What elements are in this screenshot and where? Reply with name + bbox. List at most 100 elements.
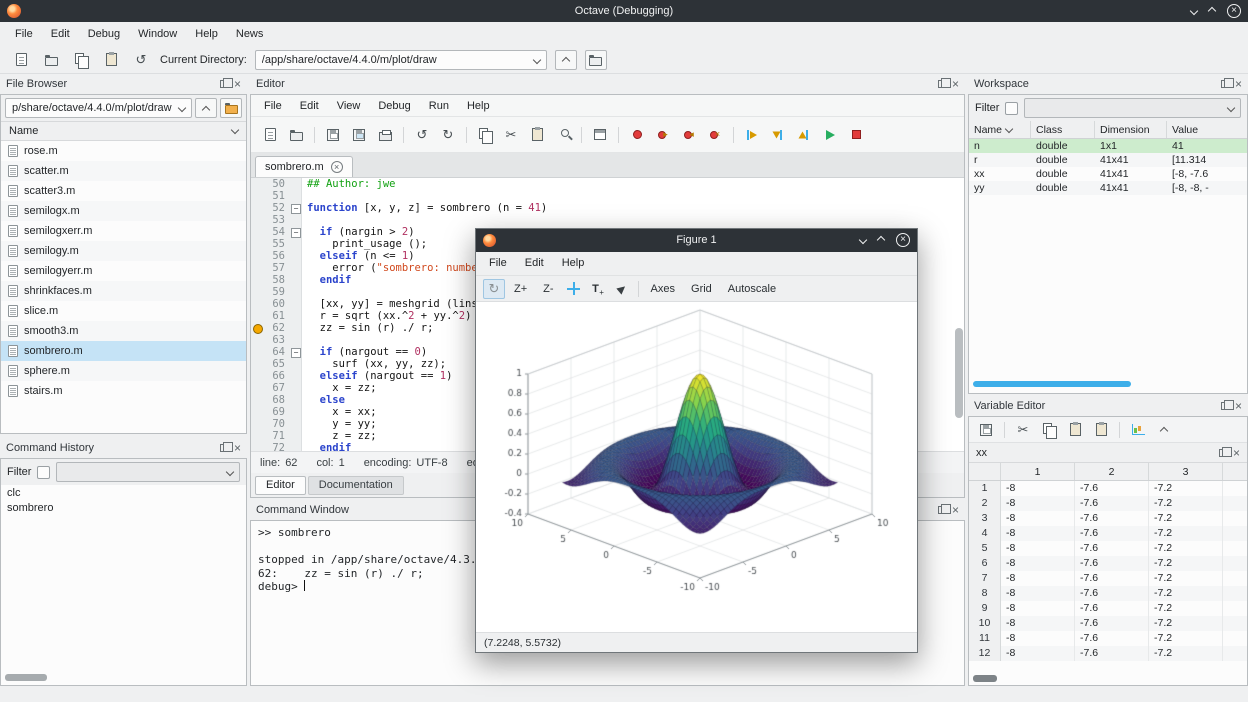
ve-row[interactable]: 4-8-7.6-7.2 — [969, 526, 1247, 541]
file-item[interactable]: semilogy.m — [1, 241, 246, 261]
close-panel-icon[interactable]: × — [1235, 78, 1242, 90]
ve-row[interactable]: 7-8-7.6-7.2 — [969, 571, 1247, 586]
pan-tool-icon[interactable] — [563, 279, 585, 299]
stop-debug-button[interactable] — [845, 125, 867, 145]
step-in-button[interactable] — [767, 125, 789, 145]
ve-cell[interactable]: -7.6 — [1075, 511, 1149, 526]
file-item[interactable]: shrinkfaces.m — [1, 281, 246, 301]
open-file-button[interactable] — [40, 50, 62, 70]
file-item[interactable]: semilogyerr.m — [1, 261, 246, 281]
tab-close-icon[interactable]: × — [331, 161, 343, 173]
save-as-button[interactable] — [348, 125, 370, 145]
ve-cell[interactable]: -7.6 — [1075, 631, 1149, 646]
fold-icon[interactable] — [289, 202, 302, 214]
ve-row[interactable]: 1-8-7.6-7.2 — [969, 481, 1247, 496]
menu-file[interactable]: File — [6, 24, 42, 44]
zoom-in-button[interactable]: Z+ — [507, 280, 534, 298]
ve-cell[interactable]: -8 — [1001, 631, 1075, 646]
copy-button[interactable] — [70, 50, 92, 70]
ve-cell[interactable]: -7.6 — [1075, 646, 1149, 661]
ve-cell[interactable]: -7.6 — [1075, 601, 1149, 616]
close-button[interactable]: × — [1227, 4, 1241, 18]
directory-up-button[interactable] — [555, 50, 577, 70]
ve-cell[interactable]: -8 — [1001, 481, 1075, 496]
file-item[interactable]: stairs.m — [1, 381, 246, 401]
open-file-button[interactable] — [285, 125, 307, 145]
editor-menu-debug[interactable]: Debug — [369, 97, 419, 115]
close-panel-icon[interactable]: × — [952, 78, 959, 90]
code-line[interactable]: 50## Author: jwe — [251, 178, 964, 190]
insert-text-tool-icon[interactable]: T — [587, 279, 609, 299]
file-item[interactable]: slice.m — [1, 301, 246, 321]
copy-button[interactable] — [1038, 420, 1060, 440]
editor-menu-help[interactable]: Help — [458, 97, 499, 115]
editor-view-button[interactable] — [589, 125, 611, 145]
file-item[interactable]: scatter.m — [1, 161, 246, 181]
current-directory-combobox[interactable]: /app/share/octave/4.4.0/m/plot/draw — [255, 50, 547, 70]
ve-cell[interactable]: -7.6 — [1075, 496, 1149, 511]
workspace-row[interactable]: yydouble41x41[-8, -8, - — [969, 181, 1247, 195]
file-browser-up-button[interactable] — [195, 98, 217, 118]
ve-cell[interactable]: -7.2 — [1149, 586, 1223, 601]
close-panel-icon[interactable]: × — [234, 442, 241, 454]
figure-menu-file[interactable]: File — [480, 254, 516, 272]
file-browser-path-combobox[interactable]: p/share/octave/4.4.0/m/plot/draw — [5, 98, 192, 118]
ve-cell[interactable]: -7.6 — [1075, 541, 1149, 556]
ve-row[interactable]: 12-8-7.6-7.2 — [969, 646, 1247, 661]
horizontal-scrollbar[interactable] — [973, 675, 997, 682]
tab-editor[interactable]: Editor — [255, 476, 306, 495]
ve-column-header[interactable]: 3 — [1149, 463, 1223, 480]
toggle-breakpoint-button[interactable] — [626, 125, 648, 145]
figure-menu-help[interactable]: Help — [553, 254, 594, 272]
step-button[interactable] — [741, 125, 763, 145]
ve-cell[interactable]: -7.2 — [1149, 526, 1223, 541]
ve-row[interactable]: 9-8-7.6-7.2 — [969, 601, 1247, 616]
figure-titlebar[interactable]: Figure 1 × — [476, 229, 917, 252]
cut-button[interactable]: ✂ — [500, 125, 522, 145]
workspace-row[interactable]: xxdouble41x41[-8, -7.6 — [969, 167, 1247, 181]
next-breakpoint-button[interactable]: ▸ — [652, 125, 674, 145]
history-filter-combobox[interactable] — [56, 462, 240, 482]
file-item[interactable]: rose.m — [1, 141, 246, 161]
ve-cell[interactable]: -7.2 — [1149, 616, 1223, 631]
step-out-button[interactable] — [793, 125, 815, 145]
filter-checkbox[interactable] — [1005, 102, 1018, 115]
save-variable-button[interactable] — [975, 420, 997, 440]
ve-column-header[interactable]: 2 — [1075, 463, 1149, 480]
float-panel-icon[interactable] — [1221, 80, 1229, 88]
file-item[interactable]: sphere.m — [1, 361, 246, 381]
undo-button[interactable]: ↺ — [130, 50, 152, 70]
workspace-filter-combobox[interactable] — [1024, 98, 1241, 118]
ve-cell[interactable]: -7.2 — [1149, 556, 1223, 571]
editor-menu-edit[interactable]: Edit — [291, 97, 328, 115]
zoom-out-button[interactable]: Z- — [536, 280, 560, 298]
horizontal-scrollbar[interactable] — [973, 381, 1131, 387]
ve-cell[interactable]: -7.2 — [1149, 646, 1223, 661]
find-button[interactable] — [552, 125, 574, 145]
ve-cell[interactable]: -8 — [1001, 616, 1075, 631]
ve-row[interactable]: 11-8-7.6-7.2 — [969, 631, 1247, 646]
ve-cell[interactable]: -7.2 — [1149, 571, 1223, 586]
copy-button[interactable] — [474, 125, 496, 145]
ve-cell[interactable]: -8 — [1001, 541, 1075, 556]
paste-button[interactable] — [100, 50, 122, 70]
paste-table-button[interactable] — [1090, 420, 1112, 440]
workspace-column-dimension[interactable]: Dimension — [1095, 121, 1167, 138]
code-line[interactable]: 52function [x, y, z] = sombrero (n = 41) — [251, 202, 964, 214]
float-panel-icon[interactable] — [220, 444, 228, 452]
fold-icon[interactable] — [289, 346, 302, 358]
editor-menu-view[interactable]: View — [328, 97, 370, 115]
new-script-button[interactable] — [10, 50, 32, 70]
ve-cell[interactable]: -7.6 — [1075, 526, 1149, 541]
menu-help[interactable]: Help — [186, 24, 227, 44]
figure-close-button[interactable]: × — [896, 233, 910, 247]
file-item[interactable]: scatter3.m — [1, 181, 246, 201]
ve-row[interactable]: 5-8-7.6-7.2 — [969, 541, 1247, 556]
ve-cell[interactable]: -8 — [1001, 601, 1075, 616]
ve-cell[interactable]: -7.2 — [1149, 511, 1223, 526]
workspace-row[interactable]: ndouble1x141 — [969, 139, 1247, 153]
workspace-column-name[interactable]: Name — [969, 121, 1031, 138]
tab-sombrero[interactable]: sombrero.m × — [255, 156, 353, 177]
ve-cell[interactable]: -7.6 — [1075, 556, 1149, 571]
workspace-column-class[interactable]: Class — [1031, 121, 1095, 138]
